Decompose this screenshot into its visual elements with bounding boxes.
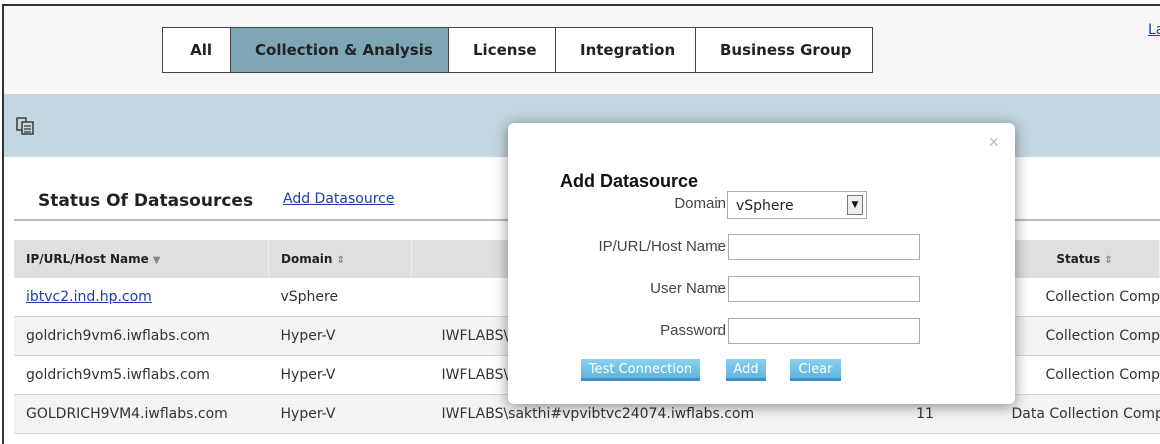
sort-icon: ⇕: [1104, 255, 1113, 266]
status-cell: Collection Completed: [1005, 278, 1160, 317]
dialog-title: Add Datasource: [560, 171, 699, 191]
host-cell[interactable]: ibtvc2.ind.hp.com: [14, 278, 269, 317]
domain-cell: Hyper-V: [268, 394, 412, 434]
colon: :: [716, 238, 721, 255]
user-label: User Name: [650, 280, 726, 297]
header-domain[interactable]: Domain ⇕: [268, 240, 412, 278]
close-icon[interactable]: ×: [988, 133, 999, 151]
colon: :: [716, 322, 721, 339]
host-cell: GOLDRICH9VM4.iwflabs.com: [14, 394, 269, 434]
sort-icon: ⇕: [336, 255, 345, 266]
status-cell: Data Collection Completed: [1005, 394, 1160, 434]
header-host[interactable]: IP/URL/Host Name ▼: [14, 240, 269, 278]
test-connection-button[interactable]: Test Connection: [581, 359, 700, 381]
add-button[interactable]: Add: [726, 359, 766, 381]
section-title: Status Of Datasources: [38, 191, 254, 211]
domain-cell: Hyper-V: [268, 316, 412, 356]
colon: :: [716, 280, 721, 297]
domain-cell: vSphere: [268, 278, 412, 317]
tab-integration[interactable]: Integration: [556, 28, 696, 72]
host-cell: goldrich9vm5.iwflabs.com: [14, 355, 269, 395]
status-cell: Collection Completed: [1005, 355, 1160, 395]
tab-collection-analysis[interactable]: Collection & Analysis: [231, 28, 449, 72]
chevron-down-icon: ▼: [847, 195, 863, 215]
user-row: User Name :: [508, 276, 1015, 302]
category-tabs: All Collection & Analysis License Integr…: [162, 27, 873, 73]
clear-button[interactable]: Clear: [790, 359, 841, 381]
host-cell: goldrich9vm6.iwflabs.com: [14, 316, 269, 356]
tab-business-group[interactable]: Business Group: [696, 28, 872, 72]
colon: :: [716, 195, 721, 212]
domain-cell: Hyper-V: [268, 355, 412, 395]
host-input[interactable]: [728, 234, 920, 260]
password-input[interactable]: [728, 318, 920, 344]
domain-select[interactable]: vSphere ▼: [727, 191, 867, 219]
host-row: IP/URL/Host Name :: [508, 234, 1015, 260]
username-input[interactable]: [728, 276, 920, 302]
tab-all[interactable]: All: [163, 28, 231, 72]
domain-select-value: vSphere: [736, 198, 794, 214]
add-datasource-link[interactable]: Add Datasource: [283, 191, 394, 207]
sort-desc-icon: ▼: [152, 255, 161, 266]
toolbar-right-link[interactable]: La: [1148, 22, 1160, 38]
password-row: Password :: [508, 318, 1015, 344]
header-status[interactable]: Status ⇕: [1005, 240, 1160, 278]
host-label: IP/URL/Host Name: [598, 238, 726, 255]
domain-row: Domain : vSphere ▼: [508, 191, 1015, 219]
datasource-icon[interactable]: [16, 116, 36, 136]
status-cell: Collection Completed: [1005, 316, 1160, 356]
add-datasource-dialog: × Add Datasource Domain : vSphere ▼ IP/U…: [508, 123, 1015, 404]
tab-license[interactable]: License: [449, 28, 556, 72]
